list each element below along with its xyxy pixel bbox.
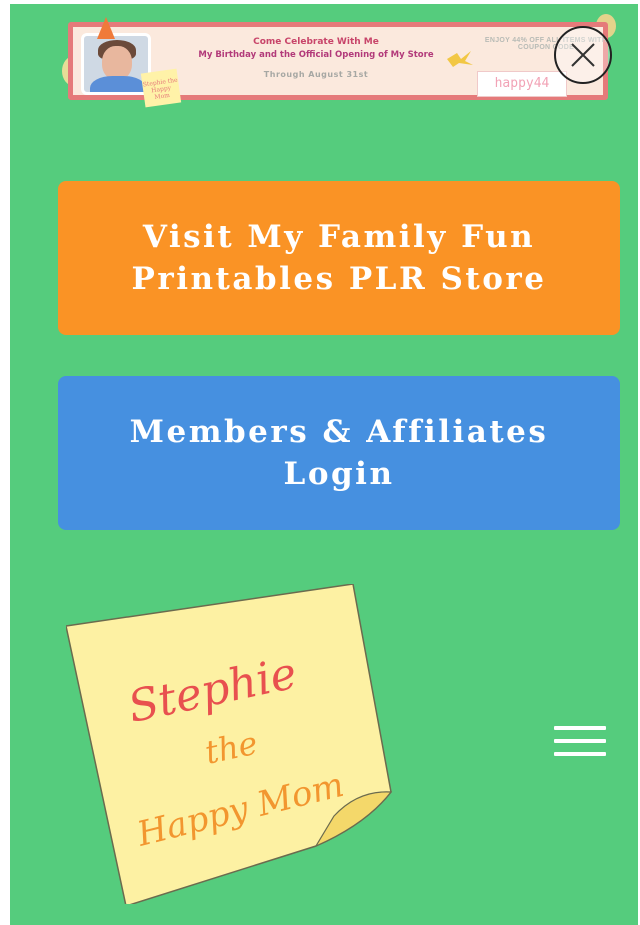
page-background: Stephie the Happy Mom Come Celebrate Wit… [10, 0, 638, 925]
site-logo[interactable]: Stephie the Happy Mom [65, 583, 396, 907]
party-hat-icon [97, 17, 115, 39]
sticky-note-logo: Stephie the Happy Mom [65, 583, 393, 907]
close-banner-button[interactable] [554, 26, 612, 84]
banner-line-3: Through August 31st [263, 70, 369, 79]
menu-button[interactable] [554, 722, 608, 762]
members-login-label: Members & Affiliates Login [129, 414, 549, 492]
banner-line-2: My Birthday and the Official Opening of … [198, 50, 434, 60]
banner-line-1: Come Celebrate With Me [253, 37, 379, 47]
banner-message: Come Celebrate With Me My Birthday and t… [181, 37, 451, 79]
author-photo [81, 33, 151, 95]
members-login-button[interactable]: Members & Affiliates Login [58, 376, 620, 530]
visit-store-button[interactable]: Visit My Family Fun Printables PLR Store [58, 181, 620, 335]
close-icon [571, 43, 595, 67]
promo-banner[interactable]: Stephie the Happy Mom Come Celebrate Wit… [62, 14, 616, 108]
coupon-code: happy44 [477, 71, 567, 97]
visit-store-label: Visit My Family Fun Printables PLR Store [131, 219, 547, 297]
promo-banner-card: Stephie the Happy Mom Come Celebrate Wit… [68, 17, 608, 108]
bird-icon [447, 51, 473, 67]
mini-sticky-note-logo: Stephie the Happy Mom [140, 68, 182, 108]
hamburger-menu-icon [554, 726, 606, 730]
